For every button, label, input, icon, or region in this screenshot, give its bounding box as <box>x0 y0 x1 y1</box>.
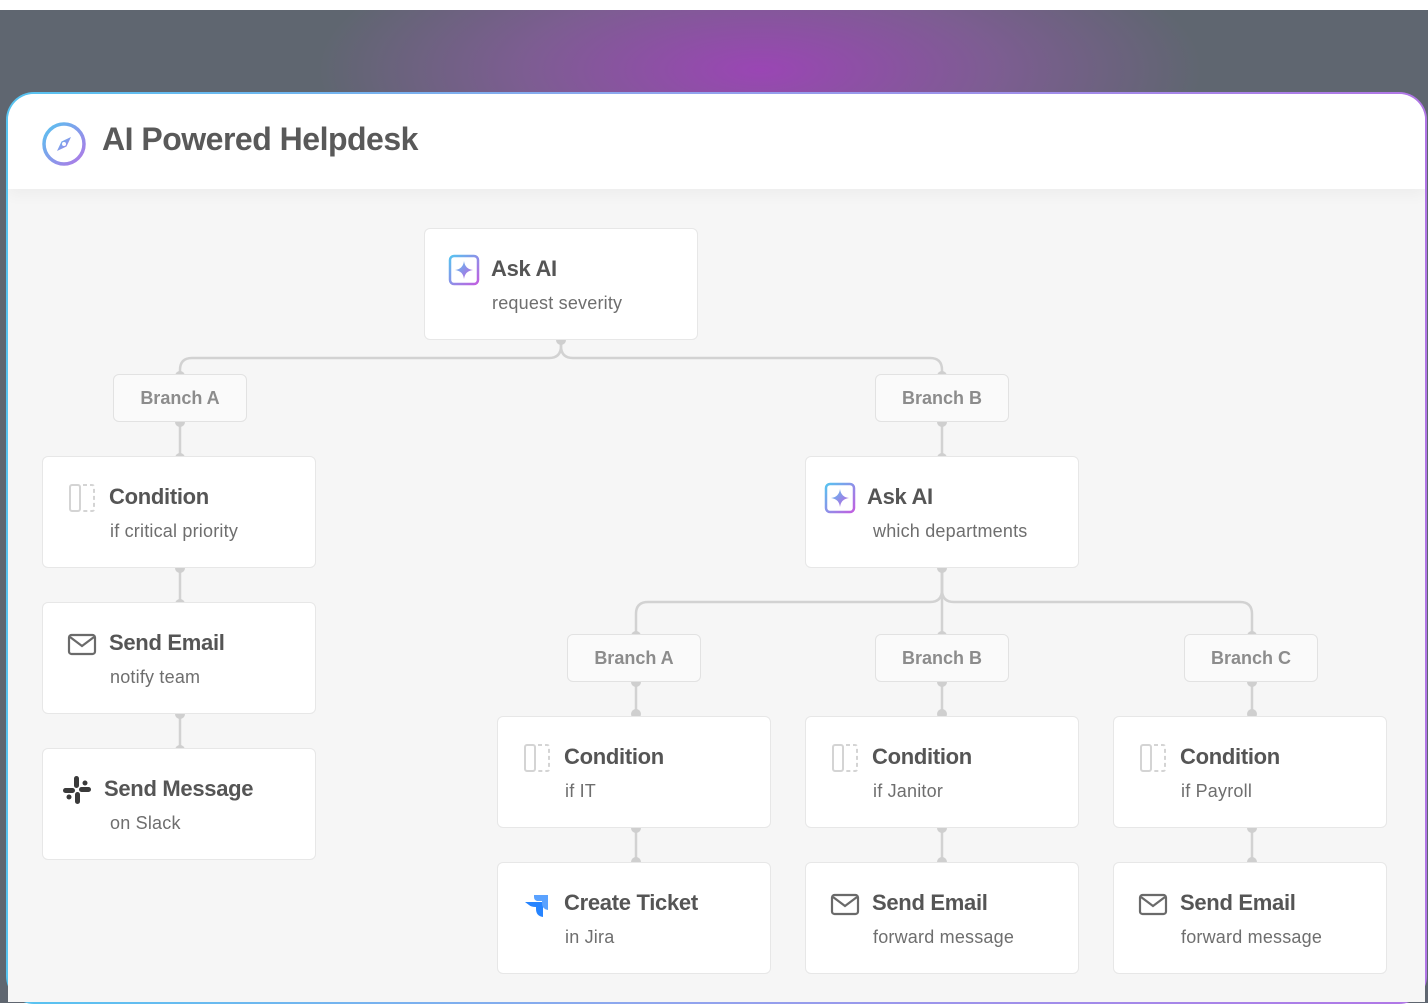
branch-a-label[interactable]: Branch A <box>567 634 701 682</box>
node-title: Condition <box>872 744 972 769</box>
node-subtitle: request severity <box>492 293 623 313</box>
node-ask-ai-root[interactable]: Ask AI request severity <box>424 228 698 340</box>
node-send-email-payroll[interactable]: Send Email forward message <box>1113 862 1387 974</box>
node-title: Ask AI <box>867 484 933 509</box>
condition-icon <box>69 484 95 512</box>
node-condition-janitor[interactable]: Condition if Janitor <box>805 716 1079 828</box>
connector <box>940 568 1254 636</box>
node-send-email-notify[interactable]: Send Email notify team <box>42 602 316 714</box>
node-condition-it[interactable]: Condition if IT <box>497 716 771 828</box>
node-subtitle: which departments <box>873 521 1028 541</box>
page-title: AI Powered Helpdesk <box>102 121 418 157</box>
node-send-message-slack[interactable]: Send Message on Slack <box>42 748 316 860</box>
node-subtitle: forward message <box>873 927 1015 947</box>
node-subtitle: if Janitor <box>873 781 944 801</box>
node-title: Send Email <box>872 890 988 915</box>
compass-icon <box>42 122 86 166</box>
mail-icon <box>1138 893 1168 916</box>
connector <box>634 568 944 636</box>
node-create-ticket-jira[interactable]: Create Ticket in Jira <box>497 862 771 974</box>
jira-icon <box>525 895 548 917</box>
node-ask-ai-departments[interactable]: Ask AI which departments <box>805 456 1079 568</box>
node-subtitle: on Slack <box>110 813 181 833</box>
node-title: Send Email <box>109 630 225 655</box>
mail-icon <box>67 633 97 656</box>
node-subtitle: notify team <box>110 667 201 687</box>
node-title: Create Ticket <box>564 890 698 915</box>
node-title: Condition <box>109 484 209 509</box>
node-title: Send Email <box>1180 890 1296 915</box>
connector <box>178 340 563 376</box>
node-title: Send Message <box>104 776 254 801</box>
node-title: Condition <box>564 744 664 769</box>
condition-icon <box>832 744 858 772</box>
branch-c-label[interactable]: Branch C <box>1184 634 1318 682</box>
branch-b-label[interactable]: Branch B <box>875 634 1009 682</box>
node-subtitle: if Payroll <box>1181 781 1253 801</box>
mail-icon <box>830 893 860 916</box>
node-title: Ask AI <box>491 256 557 281</box>
branch-b-label[interactable]: Branch B <box>875 374 1009 422</box>
node-subtitle: if critical priority <box>110 521 239 541</box>
app-header: AI Powered Helpdesk <box>8 94 1425 189</box>
node-subtitle: if IT <box>565 781 596 801</box>
condition-icon <box>1140 744 1166 772</box>
condition-icon <box>524 744 550 772</box>
connector <box>559 340 944 376</box>
node-send-email-janitor[interactable]: Send Email forward message <box>805 862 1079 974</box>
ai-sparkle-icon <box>448 254 480 286</box>
workflow-window: AI Powered Helpdesk Ask AI request sever… <box>6 92 1427 1004</box>
workflow-canvas: AI Powered Helpdesk Ask AI request sever… <box>8 94 1425 1002</box>
node-subtitle: in Jira <box>565 927 615 947</box>
node-condition-payroll[interactable]: Condition if Payroll <box>1113 716 1387 828</box>
node-title: Condition <box>1180 744 1280 769</box>
node-subtitle: forward message <box>1181 927 1323 947</box>
slack-icon <box>63 776 91 804</box>
node-condition-critical[interactable]: Condition if critical priority <box>42 456 316 568</box>
branch-a-label[interactable]: Branch A <box>113 374 247 422</box>
ai-sparkle-icon <box>824 482 856 514</box>
